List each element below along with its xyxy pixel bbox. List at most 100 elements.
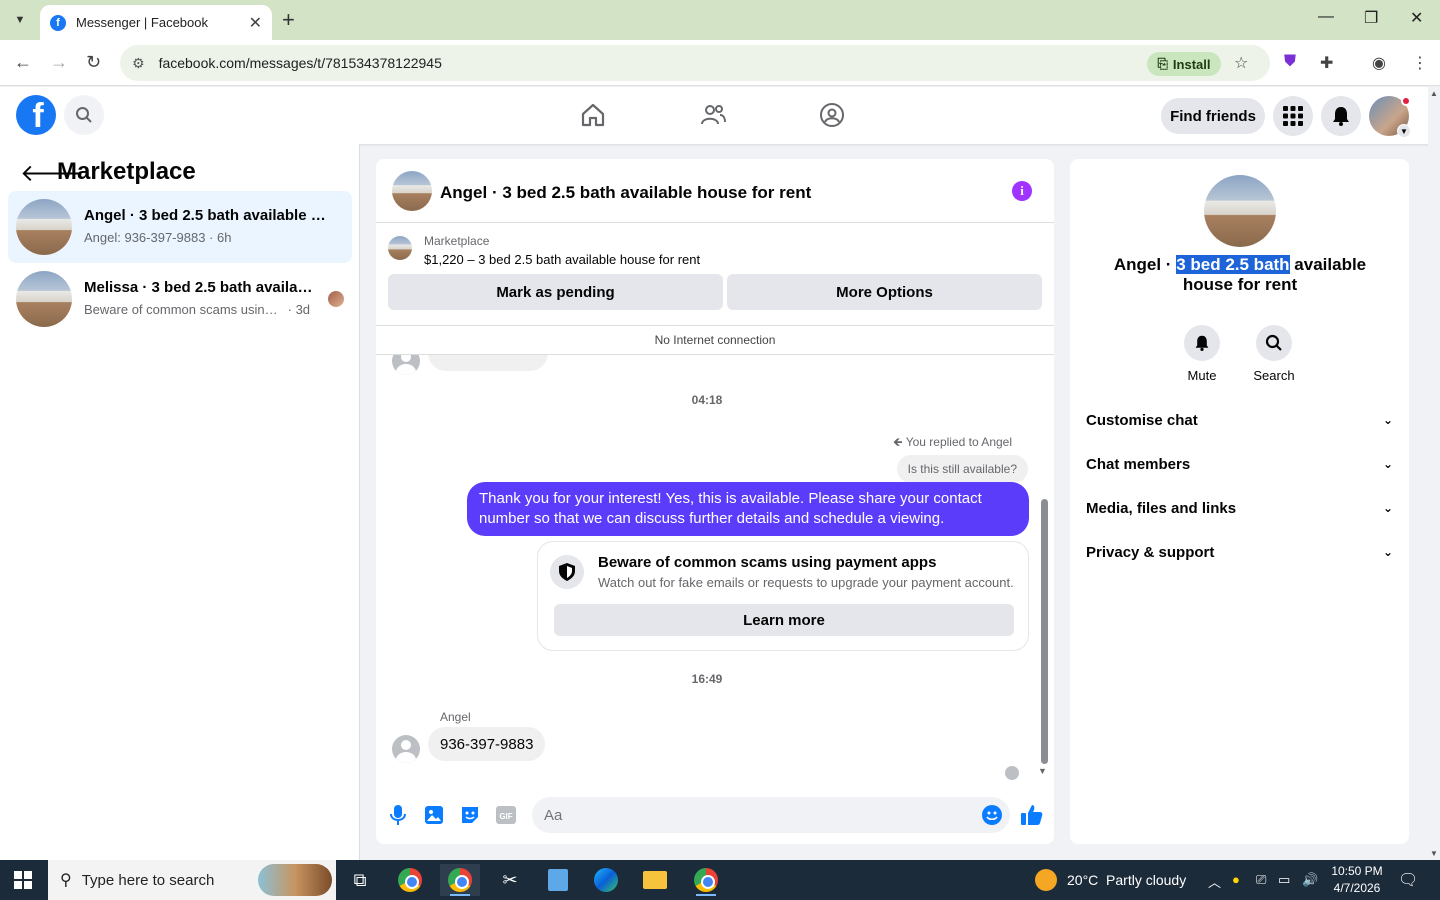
customise-chat-section[interactable]: Customise chat ⌄ (1086, 404, 1393, 436)
chrome-app-icon[interactable] (686, 864, 726, 896)
chevron-down-icon: ▼ (1397, 124, 1411, 138)
scroll-down-arrow-icon[interactable]: ▼ (1430, 849, 1438, 858)
weather-widget[interactable]: 20°C Partly cloudy (1035, 860, 1186, 900)
task-view-icon[interactable]: ⧉ (340, 864, 380, 896)
maximize-icon[interactable]: ❐ (1364, 8, 1378, 28)
chat-list-item[interactable]: Angel · 3 bed 2.5 bath available house f… (8, 191, 352, 263)
message-list: 04:18 🡸 You replied to Angel Is this sti… (376, 355, 1054, 785)
volume-icon[interactable]: 🔊 (1302, 872, 1318, 888)
camera-tray-icon[interactable]: ⎚ (1256, 872, 1266, 888)
conversation-title[interactable]: Angel · 3 bed 2.5 bath available house f… (440, 183, 811, 203)
thumbs-up-icon[interactable] (1020, 803, 1044, 827)
friends-icon[interactable] (699, 101, 727, 129)
chat-members-section[interactable]: Chat members ⌄ (1086, 448, 1393, 480)
search-in-chat-button[interactable]: Search (1244, 325, 1304, 383)
reload-icon[interactable]: ↻ (86, 52, 101, 73)
snipping-tool-icon[interactable]: ✂ (490, 864, 530, 896)
scroll-down-arrow-icon[interactable]: ▼ (1038, 766, 1047, 776)
new-tab-icon[interactable]: + (282, 8, 295, 32)
url-text: facebook.com/messages/t/781534378122945 (158, 55, 442, 71)
chrome-app-icon[interactable] (440, 864, 480, 896)
network-icon[interactable]: ▭ (1278, 872, 1290, 888)
facebook-header: f Find friends ▼ (0, 87, 1440, 144)
forward-icon[interactable]: → (50, 52, 68, 73)
listing-large-thumbnail[interactable] (1204, 175, 1276, 247)
mute-button[interactable]: Mute (1172, 325, 1232, 383)
profile-icon[interactable]: ◉ (1372, 53, 1386, 73)
chat-item-preview: Angel: 936-397-9883 · 6h (84, 230, 232, 245)
tab-search-icon[interactable]: ▼ (8, 8, 32, 32)
file-explorer-icon[interactable] (635, 864, 675, 896)
edge-app-icon[interactable] (586, 864, 626, 896)
windows-taskbar: ⚲ Type here to search ⧉ ✂ 20°C Partly cl… (0, 860, 1440, 900)
privacy-support-section[interactable]: Privacy & support ⌄ (1086, 536, 1393, 568)
menu-grid-button[interactable] (1273, 96, 1313, 136)
browser-menu-icon[interactable]: ⋮ (1412, 53, 1428, 73)
media-files-links-section[interactable]: Media, files and links ⌄ (1086, 492, 1393, 524)
weather-text: 20°C Partly cloudy (1067, 872, 1187, 888)
facebook-logo-icon[interactable]: f (16, 95, 56, 135)
notepad-app-icon[interactable] (538, 864, 578, 896)
info-icon[interactable]: i (1012, 181, 1032, 201)
page-scrollbar[interactable]: ▲ ▼ (1428, 87, 1440, 860)
home-icon[interactable] (579, 101, 607, 129)
conversation-thumbnail[interactable] (392, 171, 432, 211)
notifications-button[interactable] (1321, 96, 1361, 136)
back-icon[interactable]: ← (14, 52, 32, 73)
system-clock[interactable]: 10:50 PM 4/7/2026 (1322, 863, 1392, 897)
scam-warning-title: Beware of common scams using payment app… (598, 554, 937, 571)
scrollbar-thumb[interactable] (1041, 499, 1048, 764)
message-bubble (428, 355, 548, 371)
browser-tab[interactable]: f Messenger | Facebook ✕ (40, 5, 272, 40)
extensions-icon[interactable]: ✚ (1320, 53, 1333, 73)
listing-thumbnail (16, 271, 72, 327)
grid-icon (1283, 106, 1303, 126)
chrome-app-icon[interactable] (390, 864, 430, 896)
tray-app-icon[interactable]: ● (1232, 872, 1240, 887)
quoted-message[interactable]: Is this still available? (896, 455, 1028, 483)
weather-icon (1035, 869, 1057, 891)
notification-center-icon[interactable]: 🗨 (1398, 870, 1418, 890)
groups-icon[interactable] (818, 101, 846, 129)
message-input[interactable] (532, 797, 1010, 833)
tab-close-icon[interactable]: ✕ (249, 13, 262, 33)
listing-price[interactable]: $1,220 – 3 bed 2.5 bath available house … (424, 252, 700, 267)
chat-item-title: Angel · 3 bed 2.5 bath available house f… (84, 207, 334, 224)
windows-start-icon[interactable] (14, 871, 32, 889)
facebook-search-button[interactable] (64, 95, 104, 135)
incoming-message[interactable]: 936-397-9883 (428, 727, 546, 761)
chat-list-item[interactable]: Melissa · 3 bed 2.5 bath available house… (8, 263, 352, 335)
clock-time: 10:50 PM (1331, 864, 1383, 878)
gif-icon[interactable]: GIF (494, 803, 518, 827)
find-friends-button[interactable]: Find friends (1161, 98, 1265, 134)
chat-list-pane: 🡐 Marketplace Angel · 3 bed 2.5 bath ava… (0, 144, 360, 860)
photo-icon[interactable] (422, 803, 446, 827)
address-bar[interactable]: ⚙ facebook.com/messages/t/78153437812294… (120, 45, 1270, 81)
chevron-down-icon: ⌄ (1382, 501, 1393, 515)
minimize-icon[interactable]: — (1318, 8, 1334, 26)
scroll-up-arrow-icon[interactable]: ▲ (1430, 89, 1438, 98)
more-options-button[interactable]: More Options (727, 274, 1042, 310)
taskbar-search[interactable]: ⚲ Type here to search (48, 860, 336, 900)
reply-indicator: 🡸 You replied to Angel (892, 435, 1012, 449)
bookmark-star-icon[interactable]: ☆ (1234, 53, 1248, 73)
learn-more-button[interactable]: Learn more (554, 604, 1014, 636)
search-icon (1265, 334, 1282, 351)
emoji-icon[interactable] (982, 805, 1002, 825)
microphone-icon[interactable] (386, 803, 410, 827)
site-info-icon[interactable]: ⚙ (132, 55, 145, 72)
account-avatar[interactable]: ▼ (1369, 96, 1411, 138)
window-close-icon[interactable]: ✕ (1410, 8, 1423, 28)
tray-overflow-icon[interactable]: ︿ (1208, 872, 1221, 891)
sticker-icon[interactable] (458, 803, 482, 827)
mark-pending-button[interactable]: Mark as pending (388, 274, 723, 310)
conversation-info-pane: Angel · 3 bed 2.5 bath available house f… (1070, 159, 1409, 844)
outgoing-message[interactable]: Thank you for your interest! Yes, this i… (467, 482, 1029, 536)
install-icon: ⎘ (1157, 56, 1168, 71)
install-button[interactable]: ⎘ Install (1147, 52, 1221, 76)
bell-icon (1333, 107, 1349, 126)
scam-warning-card: Beware of common scams using payment app… (537, 541, 1029, 651)
timestamp: 04:18 (691, 393, 723, 407)
conversation-header: Angel · 3 bed 2.5 bath available house f… (376, 159, 1054, 223)
ublock-icon[interactable]: ⛊ (1284, 53, 1296, 71)
